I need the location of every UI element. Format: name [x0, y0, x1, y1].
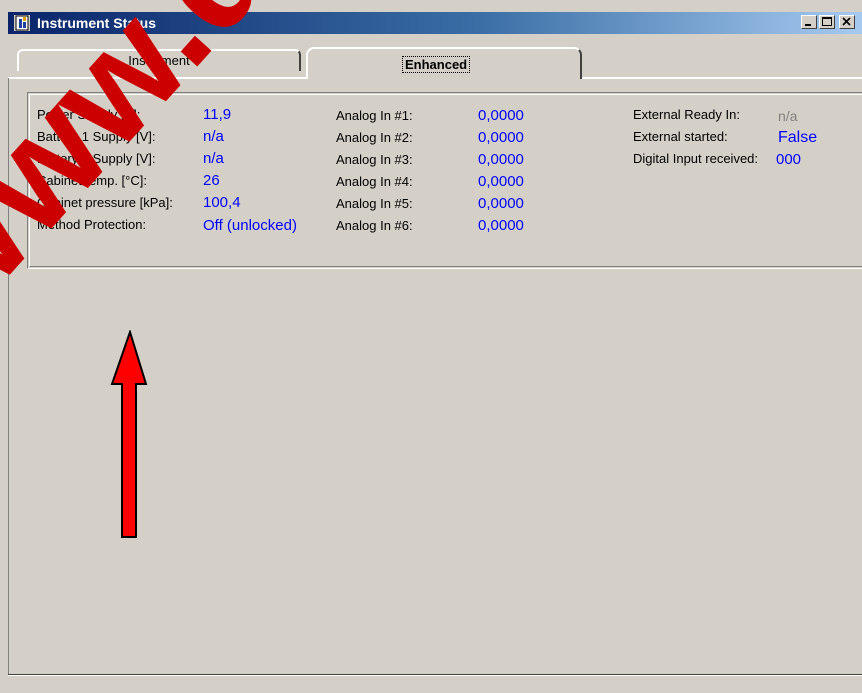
external-ready-label: External Ready In: [633, 107, 740, 122]
tab-enhanced-label: Enhanced [402, 56, 471, 73]
analog-in-5-label: Analog In #5: [336, 196, 413, 211]
external-ready-value: n/a [778, 108, 798, 124]
cabinet-temp-label: Cabinet temp. [°C]: [37, 173, 147, 188]
method-protection-value: Off (unlocked) [203, 217, 297, 234]
analog-in-3-label: Analog In #3: [336, 152, 413, 167]
page-bottom-highlight [8, 675, 862, 676]
close-button[interactable] [839, 15, 855, 29]
battery1-supply-label: Battery 1 Supply [V]: [37, 129, 156, 144]
digital-input-value: 000 [776, 151, 802, 168]
battery1-supply-value: n/a [203, 128, 224, 145]
maximize-button[interactable] [819, 15, 835, 29]
analog-in-1-label: Analog In #1: [336, 108, 413, 123]
analog-in-2-label: Analog In #2: [336, 130, 413, 145]
analog-in-6-value: 0,0000 [478, 217, 524, 234]
analog-in-5-value: 0,0000 [478, 195, 524, 212]
tab-instrument[interactable]: Instrument [17, 49, 301, 71]
battery2-supply-value: n/a [203, 150, 224, 167]
close-icon [842, 17, 851, 26]
cabinet-temp-value: 26 [203, 172, 220, 189]
external-started-value: False [778, 129, 818, 146]
minimize-button[interactable] [801, 15, 817, 29]
analog-in-1-value: 0,0000 [478, 107, 524, 124]
battery2-supply-label: Battery 2 Supply [V]: [37, 151, 156, 166]
maximize-icon [822, 17, 832, 26]
red-up-arrow-icon [110, 330, 148, 538]
minimize-icon [805, 24, 811, 26]
analog-in-4-value: 0,0000 [478, 173, 524, 190]
analog-in-6-label: Analog In #6: [336, 218, 413, 233]
analog-in-3-value: 0,0000 [478, 151, 524, 168]
tab-instrument-label: Instrument [128, 53, 190, 68]
tab-strip: Instrument Enhanced [0, 36, 862, 79]
title-bar[interactable]: Instrument Status [8, 12, 862, 34]
cabinet-pressure-value: 100,4 [203, 194, 241, 211]
analog-in-4-label: Analog In #4: [336, 174, 413, 189]
power-supply-value: 11,9 [203, 106, 232, 123]
window-title: Instrument Status [37, 15, 157, 31]
tab-enhanced[interactable]: Enhanced [306, 47, 582, 79]
digital-input-label: Digital Input received: [633, 151, 759, 166]
app-icon [14, 15, 30, 31]
external-started-label: External started: [633, 129, 728, 144]
power-supply-label: Power Supply [V]: [37, 107, 141, 122]
method-protection-label: Method Protection: [37, 217, 147, 232]
cabinet-pressure-label: Cabinet pressure [kPa]: [37, 195, 173, 210]
analog-in-2-value: 0,0000 [478, 129, 524, 146]
page-left-border [8, 78, 9, 675]
